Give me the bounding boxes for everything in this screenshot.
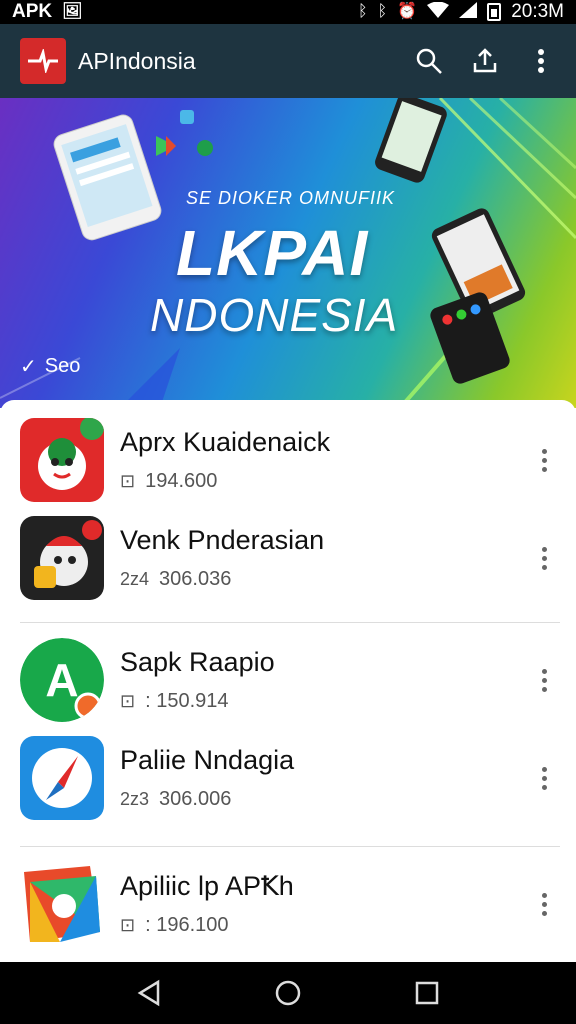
app-size: 194.600 — [145, 470, 218, 492]
app-size: 306.036 — [159, 568, 232, 590]
app-name: Venk Pnderasian — [120, 525, 325, 555]
app-name: Aprx Kuaidenaick — [120, 427, 331, 457]
home-icon — [275, 980, 301, 1006]
list-item[interactable]: Venk Pnderasian 2ᴢ4 306.036 — [0, 510, 576, 606]
app-icon — [20, 862, 104, 946]
back-icon — [137, 979, 160, 1007]
list-item[interactable]: Paliie Nndagia 2ᴢ3 306.006 — [0, 730, 576, 826]
app-icon: A — [20, 638, 104, 722]
app-size: : 150.914 — [145, 690, 229, 712]
search-icon — [416, 48, 442, 74]
alarm-icon: ⏰ — [397, 3, 418, 20]
app-list: Aprx Kuaidenaick ⊡ 194.600 Venk Pnderasi… — [0, 400, 576, 962]
size-icon: 2ᴢ4 — [120, 569, 150, 589]
banner-title-line2: NDONESIA — [150, 289, 399, 341]
app-icon — [20, 736, 104, 820]
divider — [20, 846, 560, 847]
more-options-button[interactable] — [532, 660, 556, 700]
battery-icon — [487, 3, 502, 21]
list-item[interactable]: Aprx Kuaidenaick ⊡ 194.600 — [0, 412, 576, 508]
home-button[interactable] — [268, 973, 308, 1013]
app-logo-icon — [20, 38, 66, 84]
status-time: 20:3M — [511, 1, 564, 22]
more-options-button[interactable] — [532, 538, 556, 578]
search-button[interactable] — [414, 46, 444, 76]
tray-icon: ⊡ — [120, 915, 136, 935]
back-button[interactable] — [129, 973, 169, 1013]
svg-text:A: A — [45, 654, 78, 706]
app-title: APIndonsia — [78, 47, 196, 74]
recents-icon — [415, 981, 438, 1005]
app-name: Paliie Nndagia — [120, 745, 295, 775]
more-options-button[interactable] — [532, 440, 556, 480]
system-nav-bar — [0, 962, 576, 1024]
status-bar: APK 🖼 ᛒ ᛒ ⏰ 20:3M — [0, 0, 576, 24]
overflow-menu-button[interactable] — [526, 46, 556, 76]
tray-icon: ⊡ — [120, 471, 136, 491]
app-size: 306.006 — [159, 788, 232, 810]
more-vert-icon — [538, 49, 544, 73]
share-button[interactable] — [470, 46, 500, 76]
wifi-icon — [427, 1, 450, 22]
tray-icon: ⊡ — [120, 691, 136, 711]
app-size: : 196.100 — [145, 914, 229, 936]
check-icon: ✓ — [20, 356, 37, 378]
promo-banner[interactable]: SE DIOKER OMNUFIIK LKPAI NDONESIA ✓ Seo — [0, 98, 576, 408]
app-name: Sapk Raapio — [120, 647, 275, 677]
divider — [20, 622, 560, 623]
list-item[interactable]: A Sapk Raapio ⊡ : 150.914 — [0, 632, 576, 728]
banner-title: LKPAI — [176, 217, 369, 289]
app-icon — [20, 516, 104, 600]
bluetooth-icon: ᛒ — [377, 3, 388, 20]
signal-icon — [459, 2, 478, 22]
app-bar: APIndonsia — [0, 24, 576, 98]
app-icon — [20, 418, 104, 502]
recents-button[interactable] — [407, 973, 447, 1013]
image-notification-icon: 🖼 — [62, 3, 83, 20]
bluetooth-icon: ᛒ — [358, 3, 368, 20]
list-item[interactable]: Apiliic lp APꝀh ⊡ : 196.100 — [0, 856, 576, 952]
upload-icon — [473, 48, 497, 73]
size-icon: 2ᴢ3 — [120, 789, 150, 809]
app-name: Apiliic lp APꝀh — [120, 871, 294, 901]
more-options-button[interactable] — [532, 758, 556, 798]
status-left-label: APK — [12, 1, 53, 22]
more-options-button[interactable] — [532, 884, 556, 924]
banner-subtitle: SE DIOKER OMNUFIIK — [186, 188, 396, 208]
seo-text: Seo — [44, 355, 81, 377]
banner-seo-label: ✓ Seo — [20, 354, 80, 379]
